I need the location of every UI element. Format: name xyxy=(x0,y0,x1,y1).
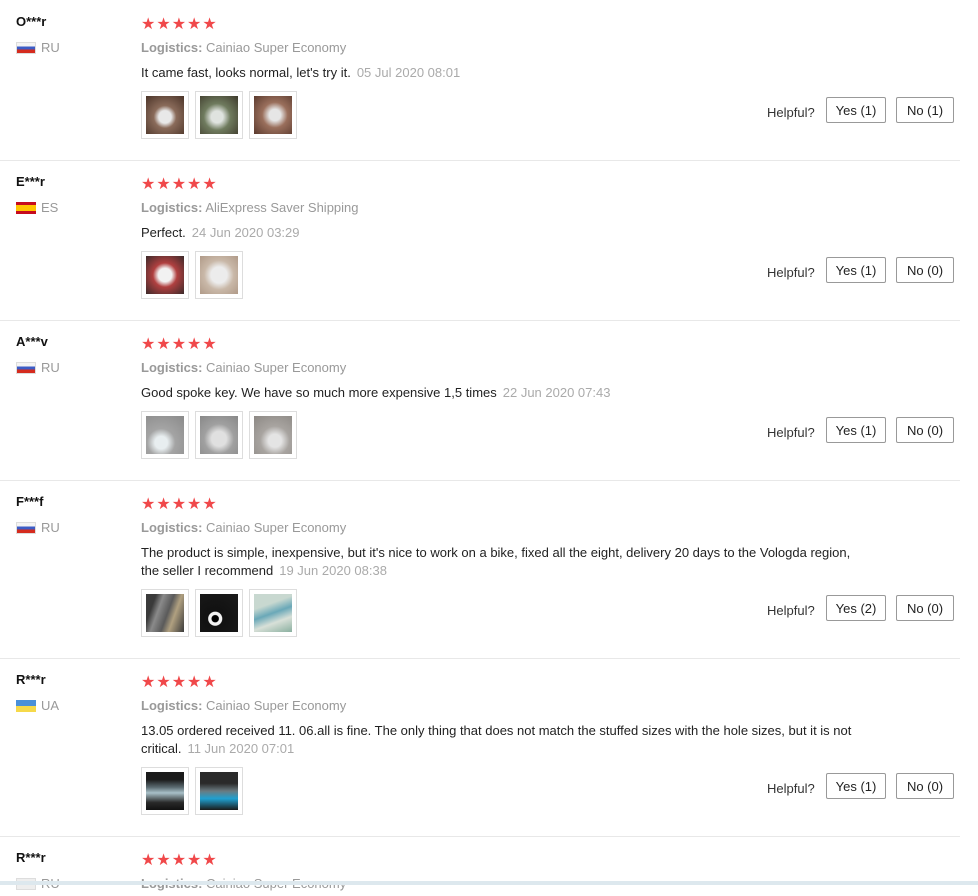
review-photo[interactable] xyxy=(249,411,297,459)
review-photos xyxy=(141,91,297,139)
reviewer-country: UA xyxy=(16,698,59,713)
bottom-edge-bar xyxy=(0,881,978,885)
logistics-info: Logistics: Cainiao Super Economy xyxy=(141,40,346,55)
logistics-info: Logistics: Cainiao Super Economy xyxy=(141,520,346,535)
review-photo[interactable] xyxy=(141,91,189,139)
star-rating: ★★★★★ xyxy=(141,336,218,353)
helpful-label: Helpful? xyxy=(767,781,815,796)
review-photo[interactable] xyxy=(195,91,243,139)
review-date: 24 Jun 2020 03:29 xyxy=(191,225,300,240)
reviewer-name: F***f xyxy=(16,494,44,509)
helpful-no-button[interactable]: No (0) xyxy=(896,773,954,799)
ukraine-flag-icon xyxy=(16,699,36,712)
review-body: The product is simple, inexpensive, but … xyxy=(141,545,851,578)
logistics-info: Logistics: Cainiao Super Economy xyxy=(141,360,346,375)
country-code: RU xyxy=(41,40,60,55)
reviewer-country: RU xyxy=(16,520,60,535)
star-rating: ★★★★★ xyxy=(141,16,218,33)
star-rating: ★★★★★ xyxy=(141,496,218,513)
helpful-yes-button[interactable]: Yes (1) xyxy=(826,257,886,283)
review-item: R***r RU ★★★★★ Logistics: Cainiao Super … xyxy=(0,836,960,896)
russia-flag-icon xyxy=(16,521,36,534)
reviewer-country: RU xyxy=(16,360,60,375)
helpful-no-button[interactable]: No (1) xyxy=(896,97,954,123)
logistics-label: Logistics: xyxy=(141,40,203,55)
star-rating: ★★★★★ xyxy=(141,852,218,869)
review-photo[interactable] xyxy=(249,589,297,637)
helpful-yes-button[interactable]: Yes (2) xyxy=(826,595,886,621)
russia-flag-icon xyxy=(16,361,36,374)
country-code: UA xyxy=(41,698,60,713)
review-text: Good spoke key. We have so much more exp… xyxy=(141,384,861,402)
review-photos xyxy=(141,411,297,459)
review-date: 05 Jul 2020 08:01 xyxy=(356,65,461,80)
review-date: 22 Jun 2020 07:43 xyxy=(502,385,611,400)
country-code: ES xyxy=(41,200,59,215)
logistics-value: Cainiao Super Economy xyxy=(206,360,347,375)
country-code: RU xyxy=(41,520,60,535)
logistics-info: Logistics: AliExpress Saver Shipping xyxy=(141,200,359,215)
logistics-value: Cainiao Super Economy xyxy=(206,520,347,535)
helpful-no-button[interactable]: No (0) xyxy=(896,417,954,443)
reviewer-name: R***r xyxy=(16,672,46,687)
review-photo[interactable] xyxy=(141,411,189,459)
helpful-label: Helpful? xyxy=(767,265,815,280)
review-photo[interactable] xyxy=(195,767,243,815)
review-text: 13.05 ordered received 11. 06.all is fin… xyxy=(141,722,861,758)
helpful-label: Helpful? xyxy=(767,425,815,440)
country-code: RU xyxy=(41,360,60,375)
star-rating: ★★★★★ xyxy=(141,674,218,691)
logistics-label: Logistics: xyxy=(141,360,203,375)
review-photos xyxy=(141,589,297,637)
review-item: O***r RU ★★★★★ Logistics: Cainiao Super … xyxy=(0,0,960,161)
review-date: 11 Jun 2020 07:01 xyxy=(187,741,295,756)
reviewer-country: ES xyxy=(16,200,58,215)
reviewer-country: RU xyxy=(16,40,60,55)
logistics-info: Logistics: Cainiao Super Economy xyxy=(141,698,346,713)
logistics-value: Cainiao Super Economy xyxy=(206,698,347,713)
helpful-label: Helpful? xyxy=(767,603,815,618)
review-date: 19 Jun 2020 08:38 xyxy=(279,563,387,578)
logistics-value: Cainiao Super Economy xyxy=(206,40,347,55)
helpful-label: Helpful? xyxy=(767,105,815,120)
review-text: It came fast, looks normal, let's try it… xyxy=(141,64,861,82)
spain-flag-icon xyxy=(16,201,36,214)
review-body: Good spoke key. We have so much more exp… xyxy=(141,385,497,400)
review-photo[interactable] xyxy=(195,589,243,637)
review-photo[interactable] xyxy=(141,589,189,637)
reviewer-name: R***r xyxy=(16,850,46,865)
review-photos xyxy=(141,251,243,299)
review-item: A***v RU ★★★★★ Logistics: Cainiao Super … xyxy=(0,320,960,481)
review-text: Perfect. 24 Jun 2020 03:29 xyxy=(141,224,861,242)
logistics-label: Logistics: xyxy=(141,520,203,535)
reviewer-name: E***r xyxy=(16,174,45,189)
review-photos xyxy=(141,767,243,815)
helpful-no-button[interactable]: No (0) xyxy=(896,257,954,283)
review-item: E***r ES ★★★★★ Logistics: AliExpress Sav… xyxy=(0,160,960,321)
review-item: R***r UA ★★★★★ Logistics: Cainiao Super … xyxy=(0,658,960,837)
helpful-yes-button[interactable]: Yes (1) xyxy=(826,773,886,799)
reviewer-name: O***r xyxy=(16,14,47,29)
reviewer-name: A***v xyxy=(16,334,48,349)
review-photo[interactable] xyxy=(195,251,243,299)
review-text: The product is simple, inexpensive, but … xyxy=(141,544,861,580)
helpful-yes-button[interactable]: Yes (1) xyxy=(826,417,886,443)
logistics-label: Logistics: xyxy=(141,698,203,713)
review-item: F***f RU ★★★★★ Logistics: Cainiao Super … xyxy=(0,480,960,659)
review-photo[interactable] xyxy=(141,251,189,299)
review-photo[interactable] xyxy=(249,91,297,139)
review-body: It came fast, looks normal, let's try it… xyxy=(141,65,351,80)
review-body: Perfect. xyxy=(141,225,186,240)
review-photo[interactable] xyxy=(195,411,243,459)
star-rating: ★★★★★ xyxy=(141,176,218,193)
review-photo[interactable] xyxy=(141,767,189,815)
logistics-label: Logistics: xyxy=(141,200,203,215)
russia-flag-icon xyxy=(16,41,36,54)
helpful-yes-button[interactable]: Yes (1) xyxy=(826,97,886,123)
logistics-value: AliExpress Saver Shipping xyxy=(205,200,359,215)
helpful-no-button[interactable]: No (0) xyxy=(896,595,954,621)
